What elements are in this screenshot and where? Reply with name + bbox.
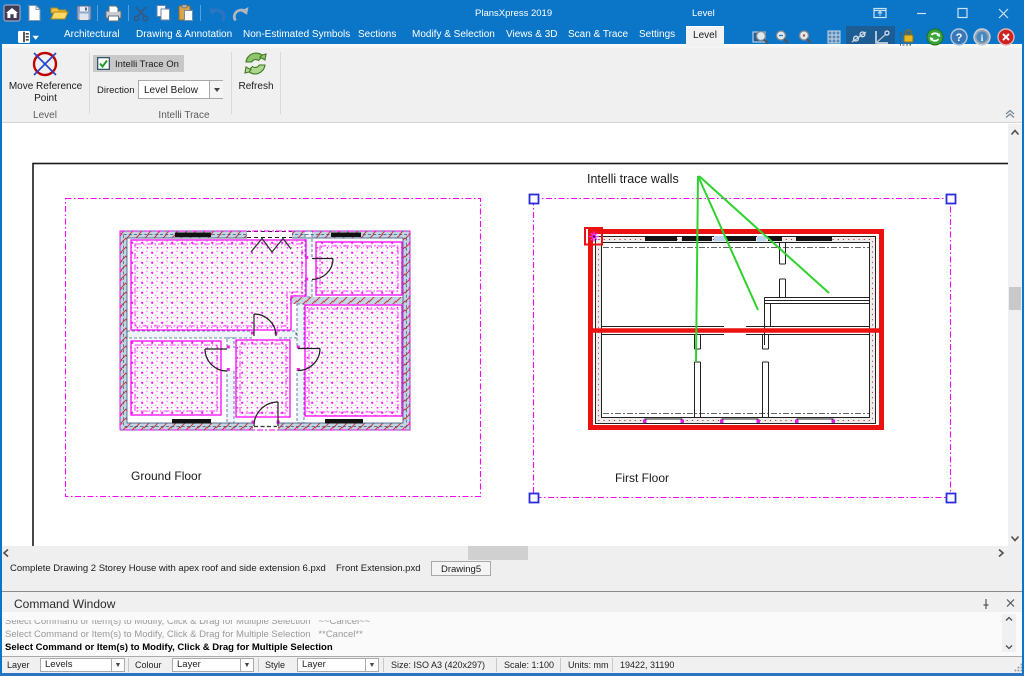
- svg-text:First Floor: First Floor: [615, 471, 669, 485]
- svg-text:Ground Floor: Ground Floor: [131, 469, 202, 483]
- svg-text:Intelli trace walls: Intelli trace walls: [587, 172, 679, 186]
- svg-text:?: ?: [956, 32, 963, 44]
